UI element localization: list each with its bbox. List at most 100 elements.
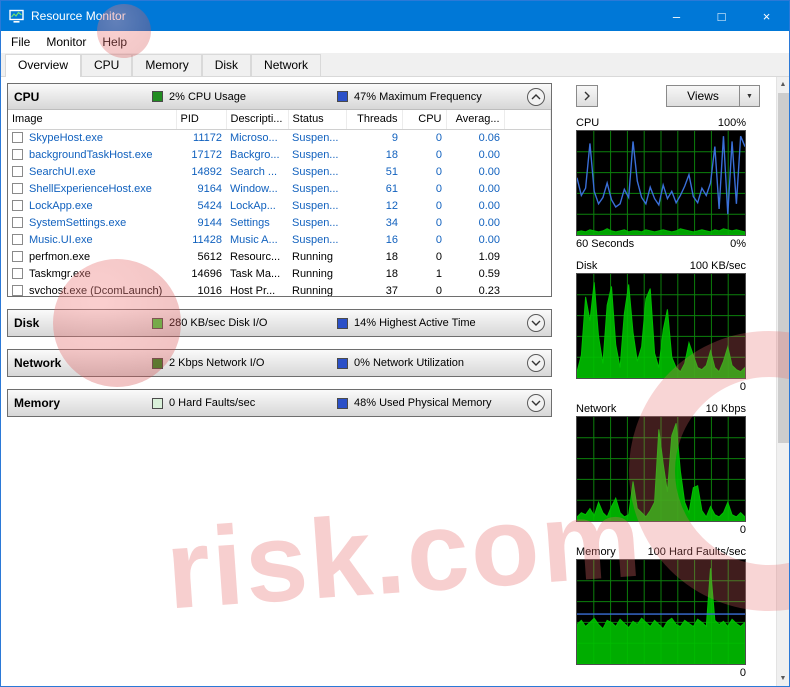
memory-graph xyxy=(576,559,746,665)
cell-pid: 9144 xyxy=(197,216,222,229)
cell-image: svchost.exe (DcomLaunch) xyxy=(8,282,176,296)
cell-threads: 61 xyxy=(385,182,398,195)
cell-cpu: 0 xyxy=(435,131,442,144)
disk-active-swatch-icon xyxy=(337,317,348,329)
cpu-collapse-button[interactable] xyxy=(527,87,545,106)
memory-expand-button[interactable] xyxy=(527,394,545,412)
memory-section-header[interactable]: Memory 0 Hard Faults/sec 48% Used Physic… xyxy=(8,390,551,416)
maximize-button[interactable]: □ xyxy=(699,1,744,31)
cell-description: Host Pr... xyxy=(230,284,276,297)
row-checkbox[interactable] xyxy=(12,267,23,279)
cell-filler xyxy=(504,214,551,231)
network-utilization-stat: 0% Network Utilization xyxy=(337,357,527,369)
disk-io-swatch-icon xyxy=(152,317,163,329)
scrollbar-thumb[interactable] xyxy=(778,93,789,443)
cell-cpu: 0 xyxy=(435,216,442,229)
column-header[interactable]: Descripti... xyxy=(226,110,289,130)
cell-status: Suspen... xyxy=(292,216,339,229)
disk-active-stat: 14% Highest Active Time xyxy=(337,317,527,329)
network-graph xyxy=(576,416,746,522)
tab-memory[interactable]: Memory xyxy=(132,54,202,76)
cell-threads: 34 xyxy=(385,216,398,229)
row-checkbox[interactable] xyxy=(12,182,23,194)
tab-cpu[interactable]: CPU xyxy=(81,54,133,76)
cell-filler xyxy=(504,129,551,146)
cell-description: Search ... xyxy=(230,165,278,178)
row-checkbox[interactable] xyxy=(12,199,23,211)
table-row[interactable]: SkypeHost.exe 11172 Microso... Suspen... 9 0 0… xyxy=(8,129,551,146)
menu-help[interactable]: Help xyxy=(94,32,135,52)
row-checkbox[interactable] xyxy=(12,233,23,245)
cell-image: SkypeHost.exe xyxy=(8,129,176,146)
table-row[interactable]: backgroundTaskHost.exe 17172 Backgro... Sus… xyxy=(8,146,551,163)
table-row[interactable]: Taskmgr.exe 14696 Task Ma... Running 18 1 0.59 xyxy=(8,265,551,282)
chevron-right-icon xyxy=(584,91,590,101)
sections-panel: CPU 2% CPU Usage 47% Maximum Frequency I… xyxy=(7,83,552,680)
views-dropdown[interactable]: Views ▼ xyxy=(666,85,760,107)
cell-description: Resourc... xyxy=(230,250,281,263)
menu-file[interactable]: File xyxy=(3,32,38,52)
close-button[interactable]: × xyxy=(744,1,789,31)
column-header[interactable]: Threads xyxy=(346,110,403,130)
memory-section-title: Memory xyxy=(14,396,61,410)
cell-cpu: 0 xyxy=(435,165,442,178)
cell-status: Suspen... xyxy=(292,165,339,178)
scroll-up-icon[interactable]: ▲ xyxy=(777,77,789,92)
tab-network[interactable]: Network xyxy=(251,54,322,76)
disk-graph-block: Disk 100 KB/sec 0 xyxy=(576,258,746,394)
cpu-graph-max: 100% xyxy=(717,116,746,129)
row-checkbox[interactable] xyxy=(12,131,23,143)
window-controls: – □ × xyxy=(654,1,789,31)
network-section-header[interactable]: Network 2 Kbps Network I/O 0% Network Ut… xyxy=(8,350,551,376)
table-row[interactable]: perfmon.exe 5612 Resourc... Running 18 0 1.09 xyxy=(8,248,551,265)
section-network: Network 2 Kbps Network I/O 0% Network Ut… xyxy=(7,349,552,377)
network-section-title: Network xyxy=(14,356,62,370)
vertical-scrollbar[interactable]: ▲ ▼ xyxy=(776,77,789,686)
network-graph-block: Network 10 Kbps 0 xyxy=(576,401,746,537)
row-checkbox[interactable] xyxy=(12,165,23,177)
table-row[interactable]: SystemSettings.exe 9144 Settings Suspen... 3… xyxy=(8,214,551,231)
cell-status: Running xyxy=(292,284,333,297)
cell-average: 0.00 xyxy=(478,182,500,195)
row-checkbox[interactable] xyxy=(12,148,23,160)
cpu-section-header[interactable]: CPU 2% CPU Usage 47% Maximum Frequency xyxy=(8,84,551,110)
cell-cpu: 0 xyxy=(435,233,442,246)
cell-pid: 1016 xyxy=(197,284,222,297)
cell-description: Task Ma... xyxy=(230,267,281,280)
disk-graph xyxy=(576,273,746,379)
row-checkbox[interactable] xyxy=(12,216,23,228)
menu-monitor[interactable]: Monitor xyxy=(38,32,94,52)
column-header[interactable]: Image xyxy=(8,110,177,130)
table-row[interactable]: ShellExperienceHost.exe 9164 Window... Susp… xyxy=(8,180,551,197)
table-row[interactable]: svchost.exe (DcomLaunch) 1016 Host Pr... Ru… xyxy=(8,282,551,296)
column-header[interactable]: PID xyxy=(176,110,227,130)
column-header[interactable]: Averag... xyxy=(446,110,505,130)
chevron-down-icon xyxy=(531,400,541,406)
row-checkbox[interactable] xyxy=(12,284,23,296)
disk-expand-button[interactable] xyxy=(527,314,545,332)
column-header[interactable]: Status xyxy=(288,110,347,130)
dropdown-arrow-icon[interactable]: ▼ xyxy=(739,86,759,106)
memory-used-label: 48% Used Physical Memory xyxy=(354,397,492,409)
cell-cpu: 0 xyxy=(435,182,442,195)
table-row[interactable]: SearchUI.exe 14892 Search ... Suspen... 51 0 0… xyxy=(8,163,551,180)
collapse-graph-pane-button[interactable] xyxy=(576,85,598,107)
network-expand-button[interactable] xyxy=(527,354,545,372)
minimize-button[interactable]: – xyxy=(654,1,699,31)
row-checkbox[interactable] xyxy=(12,250,23,262)
cell-description: Backgro... xyxy=(230,148,280,161)
column-header[interactable]: CPU xyxy=(402,110,447,130)
tab-disk[interactable]: Disk xyxy=(201,54,252,76)
memory-graph-min: 0 xyxy=(739,666,746,679)
disk-section-header[interactable]: Disk 280 KB/sec Disk I/O 14% Highest Act… xyxy=(8,310,551,336)
network-utilization-swatch-icon xyxy=(337,357,348,369)
cell-cpu: 0 xyxy=(435,199,442,212)
cpu-frequency-label: 47% Maximum Frequency xyxy=(354,90,482,103)
table-row[interactable]: LockApp.exe 5424 LockAp... Suspen... 12 0 0.00 xyxy=(8,197,551,214)
tab-overview[interactable]: Overview xyxy=(5,54,82,77)
scroll-down-icon[interactable]: ▼ xyxy=(777,671,789,686)
cpu-process-table: Image PID Descripti... Status Threads CPU Aver… xyxy=(8,110,551,296)
cell-filler xyxy=(504,163,551,180)
cell-average: 0.59 xyxy=(478,267,500,280)
table-row[interactable]: Music.UI.exe 11428 Music A... Suspen... 16 0 0… xyxy=(8,231,551,248)
